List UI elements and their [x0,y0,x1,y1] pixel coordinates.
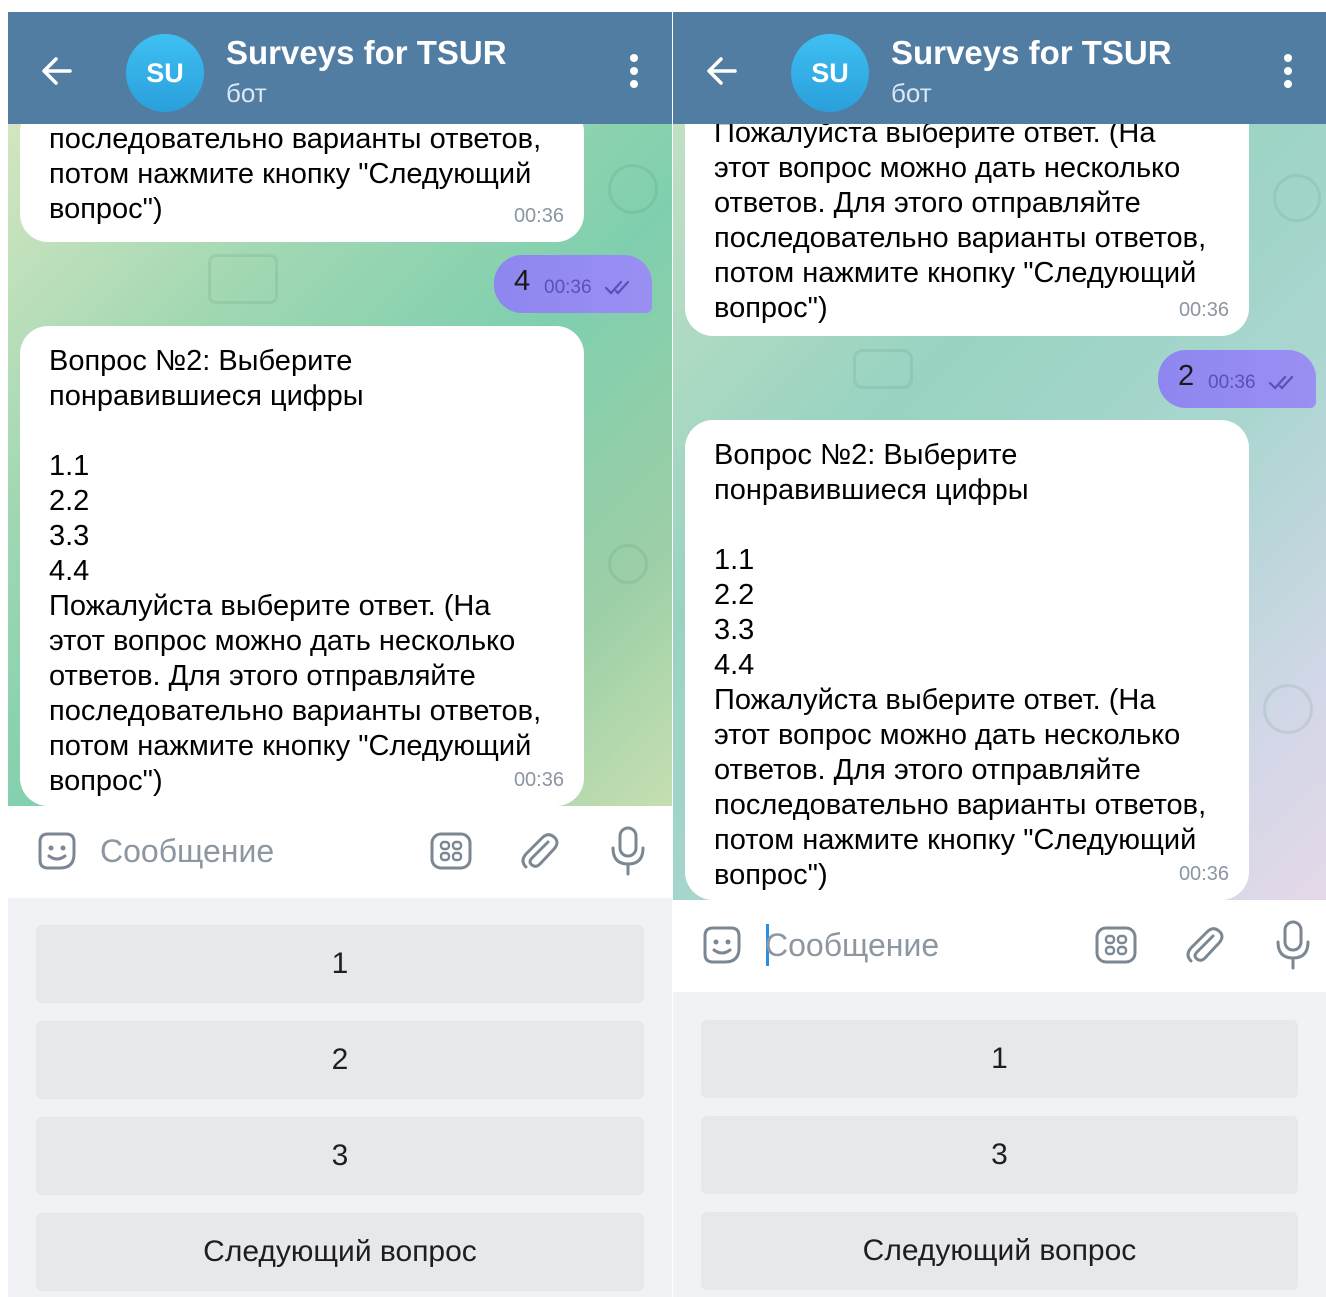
chat-subtitle: бот [226,78,267,108]
sticker-emoji-icon[interactable] [699,922,745,968]
message-time: 00:36 [544,277,592,298]
next-question-button[interactable]: Следующий вопрос [701,1212,1298,1290]
more-options-icon[interactable] [1282,54,1294,90]
reply-button-1[interactable]: 1 [36,925,644,1003]
next-question-button[interactable]: Следующий вопрос [36,1213,644,1291]
chat-title[interactable]: Surveys for TSUR [891,34,1172,72]
background-doodle [853,349,913,389]
outgoing-message[interactable]: 4 00:36 [494,255,652,313]
message-text: Пожалуйста выберите ответ. (На этот вопр… [714,124,1207,324]
message-time: 00:36 [1178,863,1229,885]
message-list[interactable]: Пожалуйста выберите ответ. (На этот вопр… [673,124,1326,900]
message-input[interactable] [765,920,1065,970]
background-doodle [1263,684,1313,734]
message-text: 4 [514,265,531,297]
bot-keyboard-icon[interactable] [428,828,474,874]
chat-screen-left: SU Surveys for TSUR бот последовательно … [8,12,672,1297]
background-doodle [1273,174,1321,222]
message-text: последовательно варианты ответов, потом … [49,124,542,225]
sticker-emoji-icon[interactable] [34,828,80,874]
double-check-icon [1268,375,1294,390]
bot-keyboard-icon[interactable] [1093,922,1139,968]
paperclip-icon[interactable] [516,828,562,874]
background-doodle [608,164,658,214]
paperclip-icon[interactable] [1181,922,1227,968]
incoming-message[interactable]: Вопрос №2: Выберите понравившиеся цифры … [685,420,1249,900]
background-doodle [608,544,648,584]
message-time: 00:36 [513,205,564,227]
message-list[interactable]: последовательно варианты ответов, потом … [8,124,672,806]
outgoing-message[interactable]: 2 00:36 [1158,350,1316,408]
double-check-icon [604,280,630,295]
avatar[interactable]: SU [126,34,204,112]
reply-button-3[interactable]: 3 [701,1116,1298,1194]
incoming-message[interactable]: Вопрос №2: Выберите понравившиеся цифры … [20,326,584,806]
message-time: 00:36 [1178,299,1229,321]
avatar[interactable]: SU [791,34,869,112]
chat-screen-right: SU Surveys for TSUR бот Пожалуйста выбер… [673,12,1326,1297]
message-time: 00:36 [513,769,564,791]
reply-button-1[interactable]: 1 [701,1020,1298,1098]
incoming-message[interactable]: последовательно варианты ответов, потом … [20,124,584,242]
back-arrow-icon[interactable] [701,50,743,92]
message-text: Вопрос №2: Выберите понравившиеся цифры … [714,439,1207,891]
message-time: 00:36 [1208,372,1256,393]
message-composer [8,806,672,898]
microphone-icon[interactable] [608,824,648,878]
more-options-icon[interactable] [628,54,640,90]
message-text: Вопрос №2: Выберите понравившиеся цифры … [49,345,542,797]
message-input[interactable] [100,826,400,876]
chat-header: SU Surveys for TSUR бот [673,12,1326,124]
incoming-message[interactable]: Пожалуйста выберите ответ. (На этот вопр… [685,124,1249,336]
microphone-icon[interactable] [1273,918,1313,972]
back-arrow-icon[interactable] [36,50,78,92]
chat-title[interactable]: Surveys for TSUR [226,34,507,72]
reply-button-2[interactable]: 2 [36,1021,644,1099]
reply-keyboard: 1 2 3 Следующий вопрос [8,898,672,1297]
chat-subtitle: бот [891,78,932,108]
message-composer [673,900,1326,992]
message-text: 2 [1178,360,1195,392]
reply-keyboard: 1 3 Следующий вопрос [673,992,1326,1297]
background-doodle [208,254,278,304]
chat-header: SU Surveys for TSUR бот [8,12,672,124]
reply-button-3[interactable]: 3 [36,1117,644,1195]
